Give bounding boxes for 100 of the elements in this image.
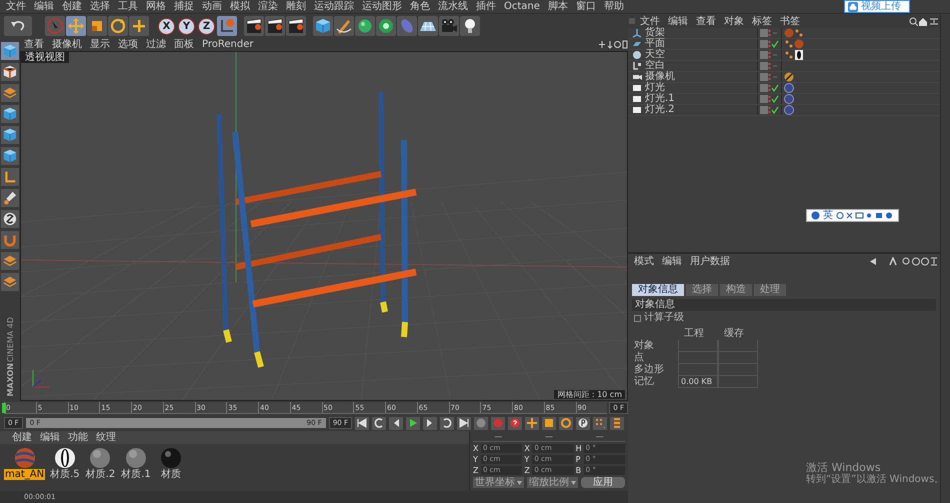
menu-item[interactable]: 流水线 xyxy=(434,0,472,13)
playback-button[interactable] xyxy=(406,416,420,430)
menu-item[interactable]: 角色 xyxy=(406,0,434,13)
menu-item[interactable]: 查看 xyxy=(20,38,48,51)
visibility-dots-icon[interactable] xyxy=(768,62,771,70)
toolbar-button[interactable] xyxy=(418,16,438,36)
menu-item[interactable]: 帮助 xyxy=(600,0,628,13)
tool-button[interactable] xyxy=(1,105,19,123)
menu-item[interactable]: 文件 xyxy=(636,14,664,28)
object-name[interactable]: 平面 xyxy=(645,39,755,49)
toolbar-button[interactable] xyxy=(460,16,480,36)
material-tag-icon[interactable] xyxy=(794,50,804,60)
toolbar-button[interactable] xyxy=(286,16,306,36)
ime-language-label[interactable]: 英 xyxy=(823,210,833,221)
visibility-dots-icon[interactable] xyxy=(768,73,771,81)
phong-tag-icon[interactable] xyxy=(784,39,794,49)
apply-button[interactable]: 应用 xyxy=(581,477,625,488)
menu-item[interactable]: 捕捉 xyxy=(170,0,198,13)
search-icon[interactable] xyxy=(909,16,918,26)
menu-item[interactable]: 运动跟踪 xyxy=(310,0,358,13)
menu-item[interactable]: 创建 xyxy=(58,0,86,13)
playback-button[interactable] xyxy=(508,416,522,430)
menu-item[interactable]: 雕刻 xyxy=(282,0,310,13)
checkmark-icon[interactable] xyxy=(771,95,779,103)
object-name[interactable]: 灯光.2 xyxy=(645,105,755,115)
menu-item[interactable]: 编辑 xyxy=(664,14,692,28)
menu-item[interactable]: 对象 xyxy=(720,14,748,28)
menu-item[interactable]: 脚本 xyxy=(544,0,572,13)
playback-button[interactable] xyxy=(372,416,386,430)
material-name[interactable]: 材质.5 xyxy=(49,469,81,480)
playback-button[interactable] xyxy=(542,416,556,430)
checkbox-icon[interactable] xyxy=(634,314,641,322)
attribute-tab[interactable]: 对象信息 xyxy=(632,284,684,296)
playback-button[interactable] xyxy=(440,416,454,430)
menu-item[interactable]: 选择 xyxy=(86,0,114,13)
home-icon[interactable] xyxy=(918,16,928,26)
visibility-dots-icon[interactable] xyxy=(768,29,771,37)
axis-lock-button[interactable]: Y xyxy=(178,18,195,34)
menu-item[interactable]: 编辑 xyxy=(658,254,686,268)
navigation-icon[interactable] xyxy=(598,40,628,49)
menu-item[interactable]: 网格 xyxy=(142,0,170,13)
menu-item[interactable]: 显示 xyxy=(86,38,114,51)
visibility-dots-icon[interactable] xyxy=(768,84,771,92)
menu-item[interactable]: 过滤 xyxy=(142,38,170,51)
collapse-icon[interactable] xyxy=(928,16,940,26)
checkmark-icon[interactable] xyxy=(771,40,779,48)
playback-button[interactable] xyxy=(525,416,539,430)
menu-item[interactable]: 标签 xyxy=(748,14,776,28)
menu-item[interactable]: ProRender xyxy=(198,38,258,51)
menu-item[interactable]: 渲染 xyxy=(254,0,282,13)
material-name[interactable]: 材质.2 xyxy=(84,469,116,480)
object-name[interactable]: 货架 xyxy=(645,28,755,38)
menu-item[interactable]: 查看 xyxy=(692,14,720,28)
material-name[interactable]: 材质.1 xyxy=(120,469,152,480)
menu-item[interactable]: 模式 xyxy=(630,254,658,268)
tool-button[interactable] xyxy=(1,63,19,81)
playback-button[interactable] xyxy=(457,416,471,430)
menu-item[interactable]: 编辑 xyxy=(36,431,64,444)
toolbar-button[interactable] xyxy=(265,16,285,36)
object-name[interactable]: 灯光.1 xyxy=(645,94,755,104)
menu-item[interactable]: 创建 xyxy=(8,431,36,444)
tool-button[interactable] xyxy=(1,126,19,144)
visibility-dots-icon[interactable] xyxy=(768,106,771,114)
tool-button[interactable] xyxy=(1,147,19,165)
phong-tag-icon[interactable] xyxy=(794,28,804,38)
playback-button[interactable] xyxy=(389,416,403,430)
visibility-dots-icon[interactable] xyxy=(768,95,771,103)
menu-item[interactable]: 摄像机 xyxy=(48,38,86,51)
ime-tools-icon[interactable] xyxy=(836,211,894,220)
playback-button[interactable] xyxy=(559,416,573,430)
toolbar-button[interactable] xyxy=(244,16,264,36)
ime-toolbar[interactable]: 英 xyxy=(806,209,899,222)
menu-item[interactable]: 功能 xyxy=(64,431,92,444)
menu-item[interactable]: 运动图形 xyxy=(358,0,406,13)
object-name[interactable]: 天空 xyxy=(645,50,755,60)
menu-item[interactable]: 动画 xyxy=(198,0,226,13)
phong-tag-icon[interactable] xyxy=(784,50,794,60)
menu-item[interactable]: 用户数据 xyxy=(686,254,734,268)
object-name[interactable]: 摄像机 xyxy=(645,72,755,82)
menu-item[interactable]: 窗口 xyxy=(572,0,600,13)
visibility-dots-icon[interactable] xyxy=(768,40,771,48)
playback-button[interactable] xyxy=(355,416,369,430)
menu-item[interactable]: 书签 xyxy=(776,14,804,28)
axis-lock-button[interactable]: X xyxy=(158,18,175,34)
material-ball-icon[interactable] xyxy=(54,447,76,469)
material-name[interactable]: 材质 xyxy=(160,469,182,480)
object-name[interactable]: 灯光 xyxy=(645,83,755,93)
menu-item[interactable]: 编辑 xyxy=(30,0,58,13)
material-name[interactable]: mat_AN xyxy=(4,469,46,480)
playback-button[interactable] xyxy=(610,416,624,430)
axis-lock-button[interactable]: Z xyxy=(198,18,215,34)
menu-item[interactable]: 面板 xyxy=(170,38,198,51)
visibility-dots-icon[interactable] xyxy=(768,51,771,59)
tool-button[interactable] xyxy=(1,189,19,207)
playback-button[interactable] xyxy=(593,416,607,430)
menu-item[interactable]: 模拟 xyxy=(226,0,254,13)
menu-item[interactable]: 工具 xyxy=(114,0,142,13)
tool-button[interactable] xyxy=(1,210,19,228)
target-tag-icon[interactable] xyxy=(784,72,794,82)
menu-item[interactable]: Octane xyxy=(500,0,544,13)
